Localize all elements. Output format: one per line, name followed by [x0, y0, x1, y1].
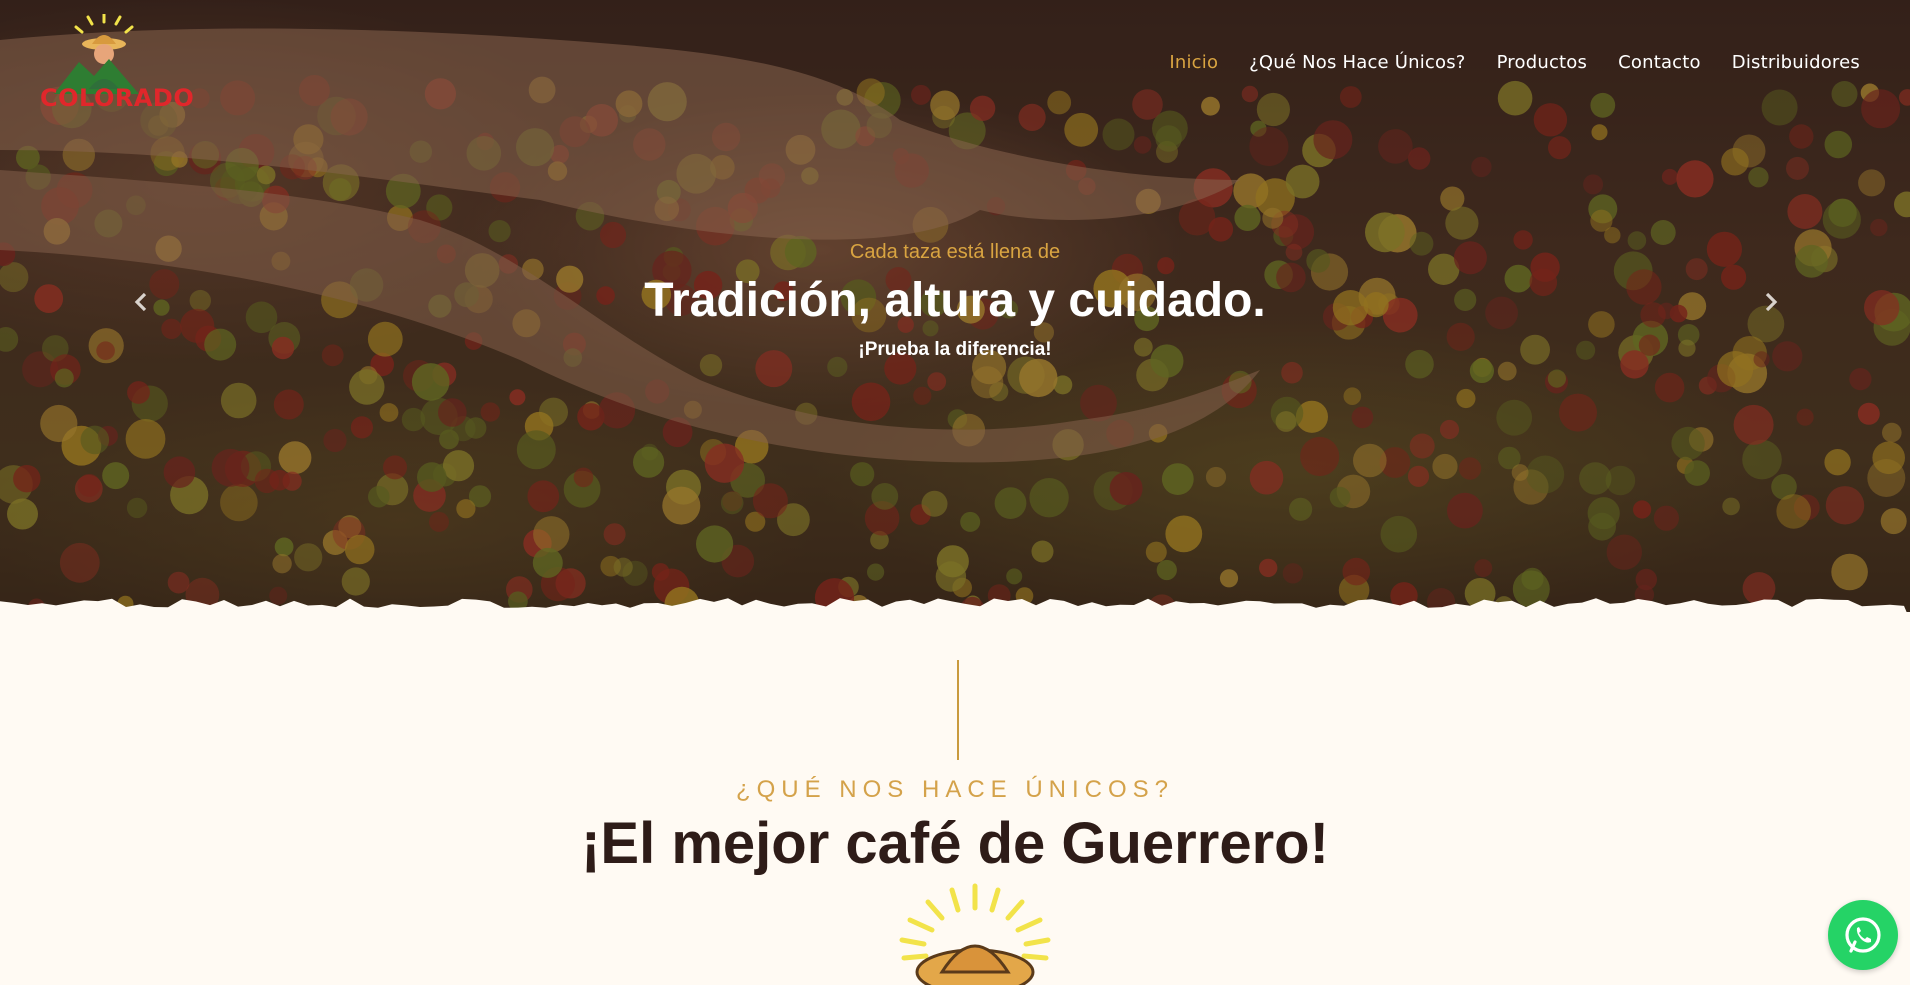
- main-nav: Inicio ¿Qué Nos Hace Únicos? Productos C…: [1169, 52, 1860, 73]
- nav-inicio[interactable]: Inicio: [1169, 52, 1218, 73]
- nav-que-nos-hace-unicos[interactable]: ¿Qué Nos Hace Únicos?: [1249, 52, 1465, 73]
- chevron-left-icon[interactable]: [130, 290, 154, 314]
- hero-subtitle: ¡Prueba la diferencia!: [858, 339, 1052, 360]
- torn-paper-divider: [0, 598, 1907, 612]
- whatsapp-icon: [1845, 917, 1881, 953]
- brand-wordmark: COLORADO: [40, 84, 194, 112]
- section-eyebrow: ¿QUÉ NOS HACE ÚNICOS?: [735, 776, 1175, 803]
- hero-kicker: Cada taza está llena de: [849, 241, 1061, 263]
- brand-name: COLORADO: [40, 84, 195, 112]
- section-headline: ¡El mejor café de Guerrero!: [581, 811, 1329, 876]
- nav-distribuidores[interactable]: Distribuidores: [1732, 52, 1860, 73]
- nav-productos[interactable]: Productos: [1497, 52, 1588, 73]
- nav-contacto[interactable]: Contacto: [1618, 52, 1701, 73]
- whatsapp-button[interactable]: [1828, 900, 1898, 970]
- farmer-sun-illustration: [899, 883, 1051, 985]
- hero-title: Tradición, altura y cuidado.: [644, 274, 1266, 327]
- hero-slider: COLORADO Inicio ¿Qué Nos Hace Únicos? Pr…: [0, 0, 1910, 612]
- chevron-right-icon[interactable]: [1758, 290, 1782, 314]
- section-divider-line: [957, 660, 959, 760]
